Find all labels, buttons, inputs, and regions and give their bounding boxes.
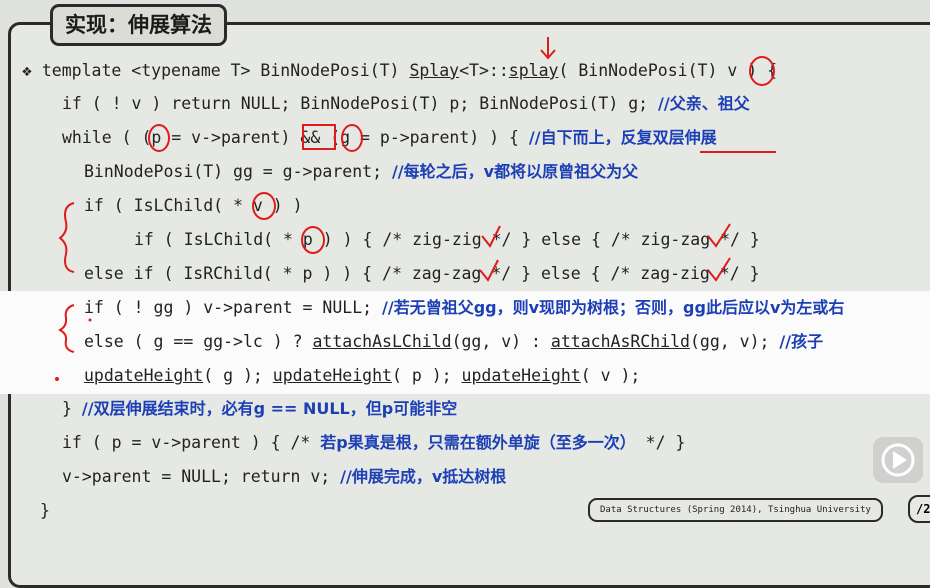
slide-title: 实现：伸展算法 <box>50 4 227 46</box>
code-line-8: if ( ! gg ) v->parent = NULL; //若无曾祖父gg，… <box>84 298 845 317</box>
code-line-11: } //双层伸展结束时，必有g == NULL，但p可能非空 <box>62 399 458 418</box>
code-line-12: if ( p = v->parent ) { /* 若p果真是根，只需在额外单旋… <box>62 433 686 452</box>
code-line-3: while ( (p = v->parent) && (g = p->paren… <box>62 128 717 147</box>
diamond-bullet-icon: ❖ <box>22 61 32 80</box>
slide-footer: Data Structures (Spring 2014), Tsinghua … <box>588 498 883 522</box>
page-number: /2 <box>908 495 930 523</box>
code-line-7: else if ( IsRChild( * p ) ) { /* zag-zag… <box>84 264 760 283</box>
code-line-6: if ( IsLChild( * p ) ) { /* zig-zig */ }… <box>134 230 760 249</box>
code-line-14: } <box>40 501 50 520</box>
code-line-1: ❖ template <typename T> BinNodePosi(T) S… <box>22 61 777 80</box>
code-line-13: v->parent = NULL; return v; //伸展完成，v抵达树根 <box>62 467 507 486</box>
play-triangle-icon <box>881 443 915 477</box>
code-line-10: updateHeight( g ); updateHeight( p ); up… <box>84 366 641 385</box>
code-line-5: if ( IsLChild( * v ) ) <box>84 196 303 215</box>
code-line-2: if ( ! v ) return NULL; BinNodePosi(T) p… <box>62 94 750 113</box>
code-line-9: else ( g == gg->lc ) ? attachAsLChild(gg… <box>84 332 824 351</box>
code-line-4: BinNodePosi(T) gg = g->parent; //每轮之后，v都… <box>84 162 639 181</box>
video-play-icon[interactable] <box>873 437 923 483</box>
